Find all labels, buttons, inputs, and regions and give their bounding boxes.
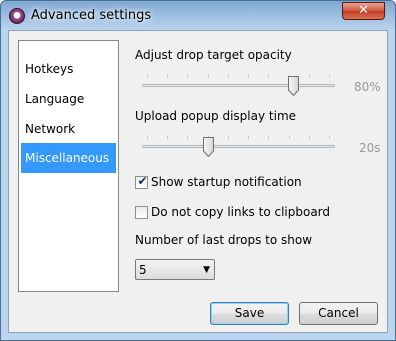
- slider-tick: [167, 75, 168, 78]
- slider-tick: [268, 75, 269, 78]
- slider-tick: [167, 136, 168, 139]
- chevron-down-icon: ▼: [203, 265, 210, 275]
- popup-time-label: Upload popup display time: [135, 109, 297, 123]
- slider-tick: [329, 136, 330, 139]
- opacity-value: 80%: [354, 80, 381, 94]
- settings-window: Advanced settings ✕ Hotkeys Language Net…: [0, 0, 396, 341]
- opacity-slider-thumb[interactable]: [288, 76, 299, 97]
- opacity-label: Adjust drop target opacity: [135, 48, 292, 62]
- slider-tick: [187, 75, 188, 78]
- no-copy-label[interactable]: Do not copy links to clipboard: [151, 205, 330, 219]
- slider-tick: [228, 75, 229, 78]
- slider-tick: [228, 136, 229, 139]
- show-startup-label[interactable]: Show startup notification: [151, 175, 302, 189]
- window-title: Advanced settings: [31, 8, 152, 23]
- slider-tick: [309, 75, 310, 78]
- slider-tick: [147, 75, 148, 78]
- app-icon: [9, 8, 25, 24]
- opacity-slider[interactable]: [142, 75, 335, 97]
- dialog-body: Hotkeys Language Network Miscellaneous A…: [8, 30, 388, 333]
- popup-time-slider-track: [142, 145, 335, 148]
- sidebar-item-network[interactable]: Network: [21, 115, 116, 143]
- last-drops-select[interactable]: 5 ▼: [135, 259, 215, 280]
- show-startup-checkbox[interactable]: ✔: [135, 174, 148, 189]
- sidebar-item-miscellaneous[interactable]: Miscellaneous: [21, 143, 116, 173]
- last-drops-value: 5: [139, 263, 147, 277]
- slider-tick: [147, 136, 148, 139]
- slider-tick: [187, 136, 188, 139]
- slider-tick: [309, 136, 310, 139]
- last-drops-label: Number of last drops to show: [135, 233, 313, 247]
- sidebar-item-language[interactable]: Language: [21, 85, 116, 113]
- cancel-button[interactable]: Cancel: [299, 302, 378, 325]
- popup-time-slider[interactable]: [142, 136, 335, 158]
- checkmark-icon: ✔: [137, 174, 148, 188]
- opacity-slider-track: [142, 84, 335, 87]
- no-copy-checkbox[interactable]: [135, 206, 148, 219]
- slider-tick: [248, 75, 249, 78]
- close-button[interactable]: ✕: [342, 2, 385, 20]
- slider-tick: [289, 136, 290, 139]
- sidebar-item-hotkeys[interactable]: Hotkeys: [21, 55, 116, 83]
- close-icon: ✕: [358, 3, 369, 18]
- slider-tick: [268, 136, 269, 139]
- settings-category-list: Hotkeys Language Network Miscellaneous: [18, 40, 119, 292]
- popup-time-value: 20s: [359, 141, 381, 155]
- slider-tick: [248, 136, 249, 139]
- slider-tick: [329, 75, 330, 78]
- slider-tick: [208, 75, 209, 78]
- popup-time-slider-thumb[interactable]: [203, 137, 214, 158]
- save-button[interactable]: Save: [210, 302, 289, 325]
- title-bar[interactable]: Advanced settings ✕: [1, 1, 395, 31]
